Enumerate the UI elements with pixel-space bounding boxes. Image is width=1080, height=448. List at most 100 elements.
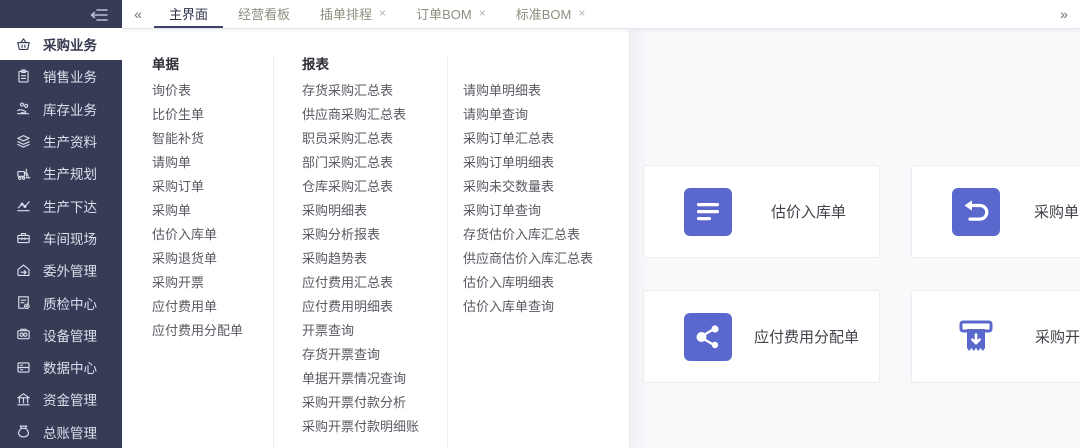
money-bag-icon: [15, 423, 32, 440]
sidebar-item-sales[interactable]: 销售业务: [0, 60, 122, 92]
menu-item[interactable]: 存货采购汇总表: [302, 79, 442, 103]
menu-item[interactable]: 采购订单汇总表: [463, 127, 623, 151]
menu-item[interactable]: 应付费用汇总表: [302, 271, 442, 295]
shortcut-card-estimated-receipt[interactable]: 估价入库单: [643, 165, 880, 258]
menu-item[interactable]: 询价表: [152, 79, 267, 103]
sidebar: 采购业务 销售业务 库存业务 生产资料 生产规划: [0, 0, 122, 448]
sidebar-item-shopfloor[interactable]: 车间现场: [0, 222, 122, 254]
tab-order-bom[interactable]: 订单BOM ×: [401, 0, 501, 28]
menu-item[interactable]: 采购未交数量表: [463, 175, 623, 199]
list-icon: [684, 188, 732, 236]
close-icon[interactable]: ×: [379, 7, 386, 19]
close-icon[interactable]: ×: [578, 7, 585, 19]
documents-list: 询价表比价生单智能补货请购单采购订单采购单估价入库单采购退货单采购开票应付费用单…: [152, 79, 267, 343]
sidebar-item-production-planning[interactable]: 生产规划: [0, 157, 122, 189]
menu-item[interactable]: 存货估价入库汇总表: [463, 223, 623, 247]
menu-item[interactable]: 采购订单查询: [463, 199, 623, 223]
menu-item[interactable]: 请购单明细表: [463, 79, 623, 103]
sidebar-item-label: 总账管理: [43, 422, 97, 442]
menu-item[interactable]: 应付费用单: [152, 295, 267, 319]
sidebar-item-label: 生产下达: [43, 196, 97, 216]
card-label: 估价入库单: [771, 201, 846, 222]
close-icon[interactable]: ×: [479, 7, 486, 19]
sidebar-item-label: 采购业务: [43, 34, 97, 54]
sidebar-item-label: 生产资料: [43, 131, 97, 151]
shortcut-card-payable-fee-allocation[interactable]: 应付费用分配单: [643, 290, 880, 383]
menu-item[interactable]: 估价入库单查询: [463, 295, 623, 319]
sidebar-item-production-data[interactable]: 生产资料: [0, 125, 122, 157]
menu-item[interactable]: 职员采购汇总表: [302, 127, 442, 151]
menu-item[interactable]: 应付费用明细表: [302, 295, 442, 319]
menu-item[interactable]: 请购单: [152, 151, 267, 175]
layers-icon: [15, 133, 32, 150]
menu-item[interactable]: 采购订单明细表: [463, 151, 623, 175]
column-divider: [447, 55, 448, 448]
menu-item[interactable]: 请购单查询: [463, 103, 623, 127]
menu-item[interactable]: 采购趋势表: [302, 247, 442, 271]
menu-item[interactable]: 采购开票付款分析: [302, 391, 442, 415]
shortcut-card-purchase-invoicing[interactable]: 采购开票: [911, 290, 1080, 383]
toolbox-icon: [15, 229, 32, 246]
sidebar-item-inventory[interactable]: 库存业务: [0, 93, 122, 125]
tab-insert-scheduling[interactable]: 插单排程 ×: [305, 0, 401, 28]
menu-item[interactable]: 部门采购汇总表: [302, 151, 442, 175]
sidebar-item-quality-center[interactable]: 质检中心: [0, 286, 122, 318]
menu-item[interactable]: 采购明细表: [302, 199, 442, 223]
trend-chart-icon: [15, 197, 32, 214]
sidebar-item-equipment[interactable]: 设备管理: [0, 319, 122, 351]
menu-item[interactable]: 估价入库明细表: [463, 271, 623, 295]
sidebar-item-funds[interactable]: 资金管理: [0, 383, 122, 415]
menu-item[interactable]: 采购开票: [152, 271, 267, 295]
menu-item[interactable]: 采购开票付款明细账: [302, 415, 442, 439]
sidebar-item-label: 车间现场: [43, 228, 97, 248]
invoice-out-icon: [952, 313, 1000, 361]
sidebar-item-label: 委外管理: [43, 260, 97, 280]
tab-standard-bom[interactable]: 标准BOM ×: [501, 0, 601, 28]
column-divider: [273, 55, 274, 448]
tab-label: 经营看板: [238, 4, 290, 23]
sidebar-item-purchasing[interactable]: 采购业务: [0, 28, 122, 60]
shortcut-card-purchase-order[interactable]: 采购单: [911, 165, 1080, 258]
basket-icon: [15, 36, 32, 53]
menu-item[interactable]: 估价入库单: [152, 223, 267, 247]
menu-item[interactable]: 采购单: [152, 199, 267, 223]
sidebar-item-label: 质检中心: [43, 293, 97, 313]
menu-header-documents: 单据: [152, 53, 267, 77]
menu-header-reports: 报表: [302, 53, 442, 77]
sidebar-header: [0, 0, 122, 28]
menu-item[interactable]: 存货开票查询: [302, 343, 442, 367]
sidebar-item-general-ledger[interactable]: 总账管理: [0, 416, 122, 448]
purchasing-mega-menu: 单据 询价表比价生单智能补货请购单采购订单采购单估价入库单采购退货单采购开票应付…: [122, 29, 630, 448]
forklift-icon: [15, 165, 32, 182]
card-label: 采购单: [1034, 201, 1079, 222]
menu-column-reports: 报表 存货采购汇总表供应商采购汇总表职员采购汇总表部门采购汇总表仓库采购汇总表采…: [302, 53, 442, 439]
sidebar-item-label: 数据中心: [43, 357, 97, 377]
tab-business-dashboard[interactable]: 经营看板: [223, 0, 305, 28]
tabs-scroll-right-icon[interactable]: »: [1048, 0, 1080, 28]
bank-icon: [15, 391, 32, 408]
menu-item[interactable]: 采购订单: [152, 175, 267, 199]
menu-column-reports-continued: 请购单明细表请购单查询采购订单汇总表采购订单明细表采购未交数量表采购订单查询存货…: [463, 79, 623, 319]
sidebar-item-outsourcing[interactable]: 委外管理: [0, 254, 122, 286]
sidebar-item-label: 资金管理: [43, 389, 97, 409]
menu-item[interactable]: 应付费用分配单: [152, 319, 267, 343]
sidebar-item-label: 生产规划: [43, 163, 97, 183]
sidebar-item-production-release[interactable]: 生产下达: [0, 189, 122, 221]
menu-item[interactable]: 仓库采购汇总表: [302, 175, 442, 199]
tab-main-screen[interactable]: 主界面: [154, 0, 223, 28]
menu-item[interactable]: 供应商采购汇总表: [302, 103, 442, 127]
collapse-sidebar-icon[interactable]: [88, 7, 110, 23]
undo-icon: [952, 188, 1000, 236]
menu-item[interactable]: 比价生单: [152, 103, 267, 127]
menu-item[interactable]: 采购退货单: [152, 247, 267, 271]
tabs-scroll-left-icon[interactable]: «: [122, 0, 154, 28]
menu-item[interactable]: 采购分析报表: [302, 223, 442, 247]
sidebar-item-label: 库存业务: [43, 99, 97, 119]
share-icon: [684, 313, 732, 361]
sidebar-item-data-center[interactable]: 数据中心: [0, 351, 122, 383]
menu-item[interactable]: 智能补货: [152, 127, 267, 151]
menu-item[interactable]: 单据开票情况查询: [302, 367, 442, 391]
menu-item[interactable]: 供应商估价入库汇总表: [463, 247, 623, 271]
menu-item[interactable]: 开票查询: [302, 319, 442, 343]
sidebar-item-label: 销售业务: [43, 66, 97, 86]
